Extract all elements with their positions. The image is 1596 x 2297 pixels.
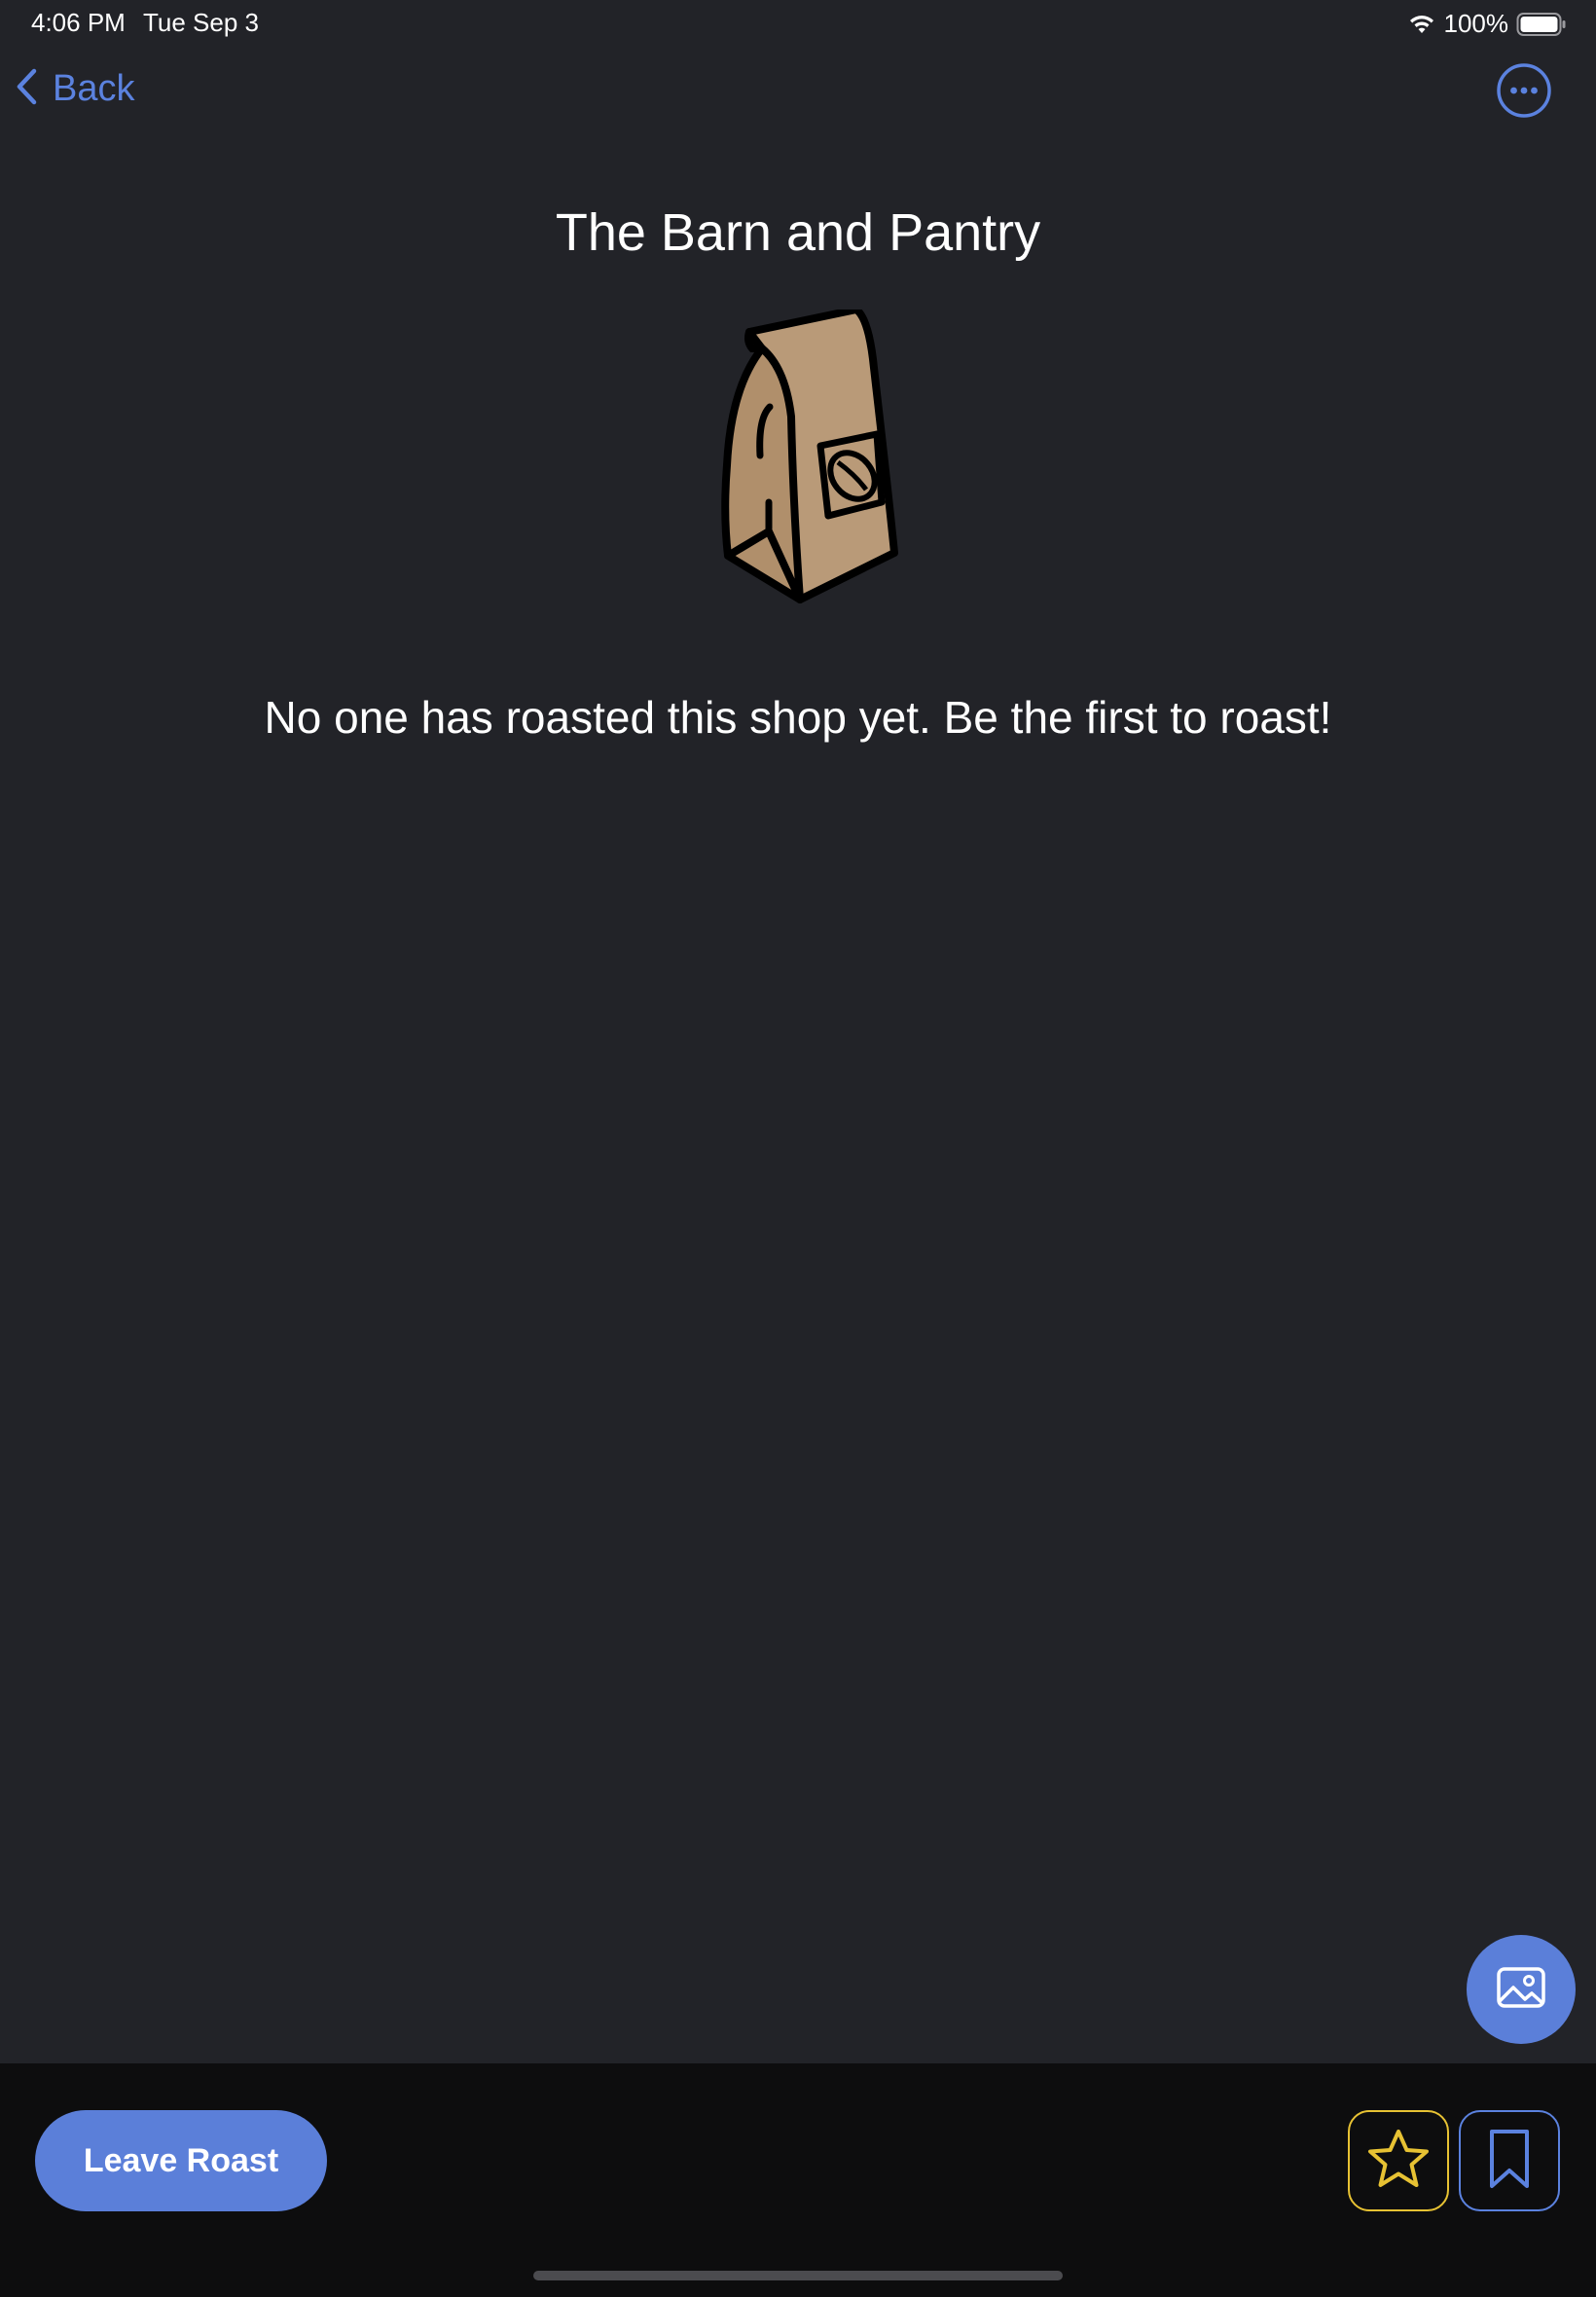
status-date: Tue Sep 3 [143, 8, 260, 37]
empty-state-message: No one has roasted this shop yet. Be the… [264, 692, 1332, 743]
back-button[interactable]: Back [14, 64, 134, 113]
bookmark-button[interactable] [1459, 2110, 1560, 2211]
leave-roast-button[interactable]: Leave Roast [35, 2110, 327, 2211]
back-label: Back [53, 67, 135, 109]
status-indicators: 100% [1407, 9, 1568, 39]
battery-icon [1516, 12, 1567, 37]
status-time: 4:06 PM [31, 8, 126, 37]
bookmark-icon [1486, 2128, 1533, 2195]
star-icon [1366, 2128, 1431, 2195]
battery-percentage: 100% [1443, 9, 1509, 38]
home-indicator [533, 2271, 1063, 2280]
chevron-left-icon [14, 67, 39, 111]
wifi-icon [1407, 13, 1436, 36]
ellipsis-circle-icon [1496, 63, 1552, 123]
add-photo-button[interactable] [1467, 1935, 1576, 2044]
shop-title: The Barn and Pantry [555, 203, 1041, 262]
photo-icon [1496, 1966, 1546, 2014]
favorite-button[interactable] [1348, 2110, 1449, 2211]
bottom-action-bar: Leave Roast [0, 2063, 1596, 2297]
status-bar: 4:06 PM Tue Sep 3 100% [0, 0, 1596, 47]
coffee-bag-icon [715, 306, 910, 611]
more-options-button[interactable] [1496, 62, 1552, 119]
